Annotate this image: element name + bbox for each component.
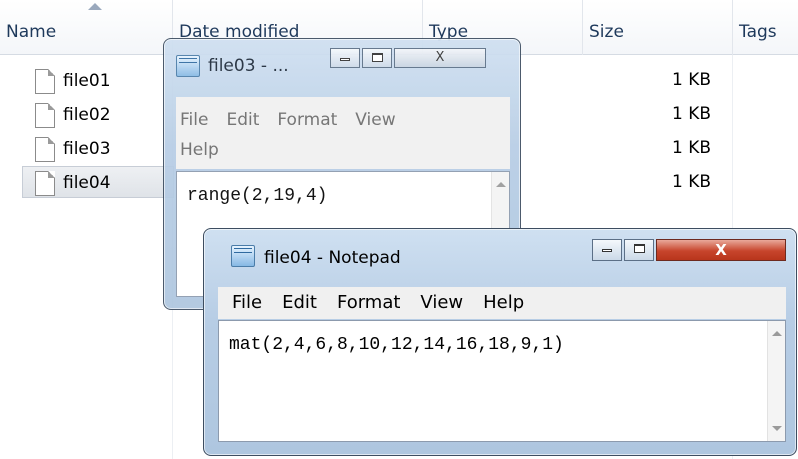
- column-header-size-label: Size: [589, 22, 624, 42]
- menu-file[interactable]: File: [180, 105, 208, 135]
- file-size: 1 KB: [672, 138, 712, 158]
- file-size: 1 KB: [672, 70, 712, 90]
- notepad-icon: [231, 245, 255, 267]
- text-file-icon: [35, 69, 55, 94]
- maximize-button[interactable]: [624, 239, 654, 261]
- minimize-button[interactable]: [330, 48, 360, 68]
- menu-file[interactable]: File: [232, 292, 262, 313]
- column-header-name[interactable]: Name: [0, 0, 172, 55]
- file-size: 1 KB: [672, 104, 712, 124]
- file-size: 1 KB: [672, 172, 712, 192]
- editor-content: mat(2,4,6,8,10,12,14,16,18,9,1): [229, 335, 564, 355]
- column-header-size[interactable]: Size: [582, 0, 732, 55]
- menu-help[interactable]: Help: [483, 292, 524, 313]
- file-name-cell: file03: [22, 132, 174, 164]
- menu-view[interactable]: View: [355, 105, 395, 135]
- minimize-icon: [340, 58, 350, 61]
- sort-ascending-icon: [88, 3, 102, 10]
- column-header-tags[interactable]: Tags: [732, 0, 798, 55]
- file-name: file02: [63, 105, 111, 125]
- menu-format[interactable]: Format: [277, 105, 337, 135]
- menu-format[interactable]: Format: [337, 292, 400, 313]
- close-icon: X: [715, 241, 727, 259]
- scroll-up-icon[interactable]: [772, 331, 782, 336]
- close-button[interactable]: X: [394, 48, 486, 68]
- text-editor[interactable]: mat(2,4,6,8,10,12,14,16,18,9,1): [218, 320, 786, 442]
- notepad-window-file04[interactable]: file04 - Notepad X File Edit Format View Hel…: [203, 228, 797, 456]
- file-name-cell: file01: [22, 64, 174, 96]
- editor-content: range(2,19,4): [187, 186, 328, 206]
- menu-bar: File Edit Format View Help: [218, 287, 786, 319]
- text-file-icon: [35, 137, 55, 162]
- file-name: file03: [63, 139, 111, 159]
- menu-bar: File Edit Format View Help: [176, 97, 510, 169]
- text-file-icon: [35, 103, 55, 128]
- column-header-tags-label: Tags: [739, 22, 777, 42]
- file-name: file01: [63, 71, 111, 91]
- notepad-icon: [176, 55, 200, 77]
- text-file-icon: [35, 171, 55, 196]
- minimize-button[interactable]: [592, 239, 622, 261]
- menu-edit[interactable]: Edit: [282, 292, 317, 313]
- maximize-icon: [371, 53, 383, 62]
- window-title: file03 - ...: [208, 56, 289, 76]
- close-button[interactable]: X: [656, 239, 786, 261]
- vertical-scrollbar[interactable]: [767, 321, 785, 441]
- maximize-button[interactable]: [362, 48, 392, 68]
- file-name-cell: file02: [22, 98, 174, 130]
- close-icon: X: [435, 50, 445, 65]
- menu-help[interactable]: Help: [180, 135, 219, 165]
- menu-edit[interactable]: Edit: [226, 105, 259, 135]
- file-name-cell: file04: [22, 166, 174, 198]
- file-name: file04: [63, 173, 111, 193]
- menu-view[interactable]: View: [420, 292, 463, 313]
- scroll-up-icon[interactable]: [496, 182, 506, 187]
- maximize-icon: [633, 244, 645, 253]
- window-title: file04 - Notepad: [264, 248, 401, 268]
- minimize-icon: [602, 249, 612, 252]
- scroll-down-icon[interactable]: [772, 426, 782, 431]
- column-header-name-label: Name: [6, 22, 57, 42]
